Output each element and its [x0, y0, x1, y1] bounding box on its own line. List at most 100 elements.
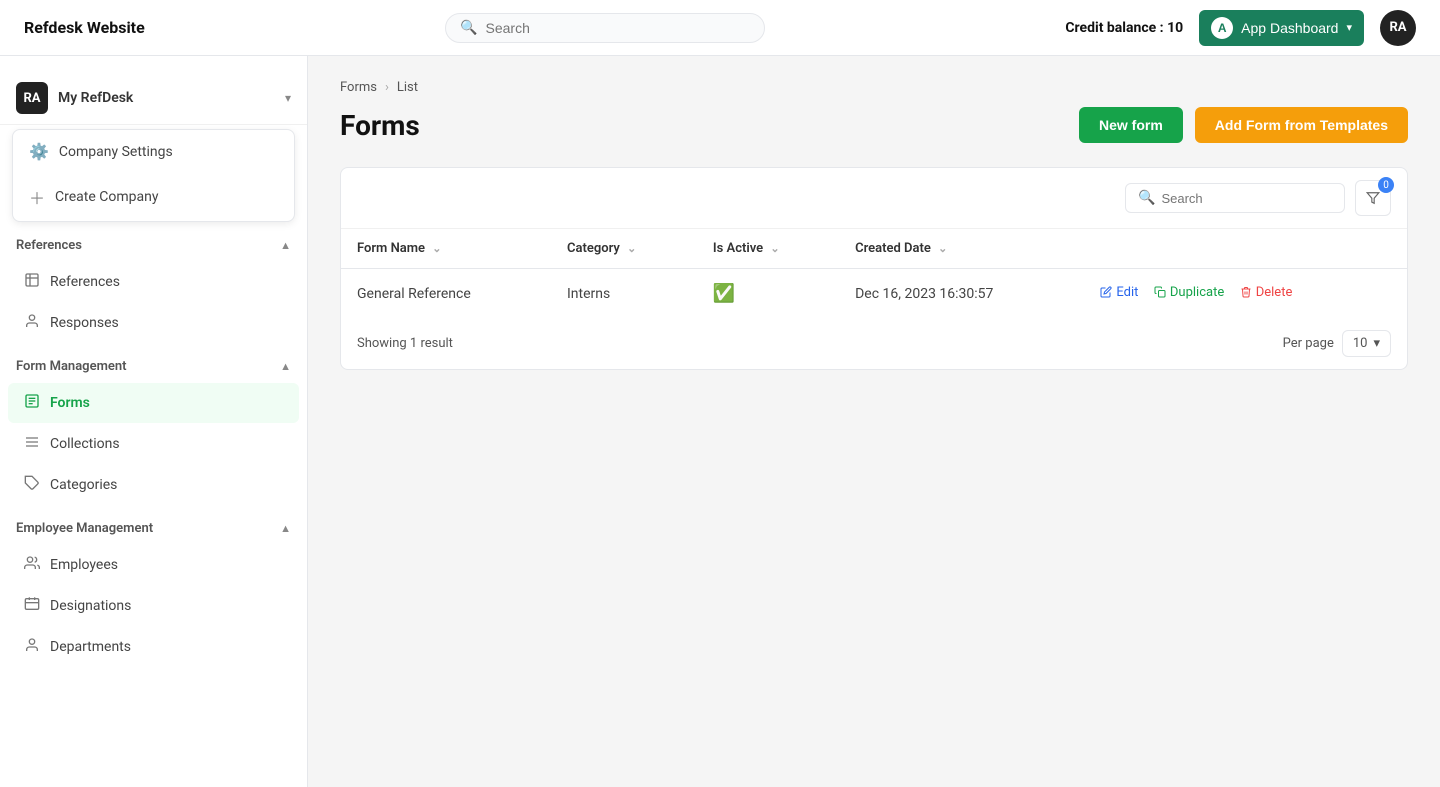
form-management-section-header[interactable]: Form Management ▲ [0, 351, 307, 382]
collections-label: Collections [50, 436, 120, 452]
form-management-chevron-icon: ▲ [280, 360, 291, 373]
sidebar-user-avatar: RA [16, 82, 48, 114]
breadcrumb: Forms › List [340, 80, 1408, 95]
sidebar-item-company-settings[interactable]: ⚙️ Company Settings [13, 130, 294, 173]
sidebar-item-responses[interactable]: Responses [8, 303, 299, 343]
per-page-label: Per page [1283, 336, 1334, 351]
gear-icon: ⚙️ [29, 142, 49, 161]
collections-icon [24, 434, 40, 454]
sidebar-item-references[interactable]: References [8, 262, 299, 302]
sidebar-item-categories[interactable]: Categories [8, 465, 299, 505]
search-icon: 🔍 [460, 20, 477, 36]
search-box: 🔍 [445, 13, 765, 43]
per-page-value: 10 [1353, 336, 1368, 351]
breadcrumb-list: List [397, 80, 418, 95]
per-page: Per page 10 ▾ [1283, 330, 1391, 357]
sidebar-section-form-management: Form Management ▲ Forms Collections Cat [0, 351, 307, 505]
table-row: General Reference Interns ✅ Dec 16, 2023… [341, 269, 1407, 319]
create-company-label: Create Company [55, 189, 158, 205]
references-chevron-icon: ▲ [280, 239, 291, 252]
user-avatar[interactable]: RA [1380, 10, 1416, 46]
showing-text: Showing 1 result [357, 336, 453, 351]
sort-icon-is-active: ⌄ [770, 242, 779, 255]
sidebar-item-designations[interactable]: Designations [8, 586, 299, 626]
sort-icon-category: ⌄ [627, 242, 636, 255]
col-is-active[interactable]: Is Active ⌄ [697, 229, 839, 269]
employee-management-section-title: Employee Management [16, 521, 153, 536]
forms-label: Forms [50, 395, 90, 411]
per-page-select[interactable]: 10 ▾ [1342, 330, 1391, 357]
dashboard-avatar: A [1211, 17, 1233, 39]
topnav-right: Credit balance : 10 A App Dashboard ▾ RA [1065, 10, 1416, 46]
sidebar-item-employees[interactable]: Employees [8, 545, 299, 585]
cell-form-name: General Reference [341, 269, 551, 319]
page-header: Forms New form Add Form from Templates [340, 107, 1408, 143]
designations-label: Designations [50, 598, 131, 614]
sidebar-item-departments[interactable]: Departments [8, 627, 299, 667]
table-search-box: 🔍 [1125, 183, 1345, 213]
search-container: 🔍 [145, 13, 1066, 43]
company-settings-label: Company Settings [59, 144, 173, 160]
sidebar-section-references: References ▲ References Responses [0, 230, 307, 343]
chevron-down-icon: ▾ [1346, 21, 1352, 34]
references-label: References [50, 274, 120, 290]
sidebar-item-create-company[interactable]: ＋ Create Company [13, 173, 294, 221]
col-category[interactable]: Category ⌄ [551, 229, 697, 269]
sidebar-item-forms[interactable]: Forms [8, 383, 299, 423]
credit-balance: Credit balance : 10 [1065, 20, 1183, 36]
forms-table: Form Name ⌄ Category ⌄ Is Active ⌄ Cre [341, 229, 1407, 318]
cell-category: Interns [551, 269, 697, 319]
sidebar: RA My RefDesk ▾ ⚙️ Company Settings ＋ Cr… [0, 56, 308, 787]
references-section-title: References [16, 238, 82, 253]
plus-icon: ＋ [29, 185, 45, 209]
cell-actions: Edit Duplicate Delete [1084, 269, 1407, 319]
layout: RA My RefDesk ▾ ⚙️ Company Settings ＋ Cr… [0, 0, 1440, 787]
page-title: Forms [340, 109, 420, 142]
topnav: Refdesk Website 🔍 Credit balance : 10 A … [0, 0, 1440, 56]
filter-button[interactable]: 0 [1355, 180, 1391, 216]
active-check-icon: ✅ [713, 283, 735, 304]
sort-icon-form-name: ⌄ [432, 242, 441, 255]
breadcrumb-separator: › [385, 80, 389, 95]
col-form-name[interactable]: Form Name ⌄ [341, 229, 551, 269]
employee-management-chevron-icon: ▲ [280, 522, 291, 535]
breadcrumb-forms[interactable]: Forms [340, 80, 377, 95]
cell-created-date: Dec 16, 2023 16:30:57 [839, 269, 1084, 319]
employees-icon [24, 555, 40, 575]
duplicate-button[interactable]: Duplicate [1154, 285, 1224, 300]
table-search-input[interactable] [1161, 191, 1332, 206]
table-header-row: Form Name ⌄ Category ⌄ Is Active ⌄ Cre [341, 229, 1407, 269]
references-icon [24, 272, 40, 292]
table-search-icon: 🔍 [1138, 190, 1155, 206]
table-card: 🔍 0 Form Name ⌄ C [340, 167, 1408, 370]
employees-label: Employees [50, 557, 118, 573]
table-footer: Showing 1 result Per page 10 ▾ [341, 318, 1407, 369]
sort-icon-created-date: ⌄ [938, 242, 947, 255]
delete-button[interactable]: Delete [1240, 285, 1293, 300]
dashboard-label: App Dashboard [1241, 20, 1338, 36]
departments-label: Departments [50, 639, 131, 655]
sidebar-section-employee-management: Employee Management ▲ Employees Designat… [0, 513, 307, 667]
edit-button[interactable]: Edit [1100, 285, 1138, 300]
add-template-button[interactable]: Add Form from Templates [1195, 107, 1408, 143]
filter-badge: 0 [1378, 177, 1394, 193]
sidebar-item-collections[interactable]: Collections [8, 424, 299, 464]
sidebar-user-chevron: ▾ [285, 91, 291, 105]
col-actions [1084, 229, 1407, 269]
app-logo: Refdesk Website [24, 18, 145, 37]
col-created-date[interactable]: Created Date ⌄ [839, 229, 1084, 269]
departments-icon [24, 637, 40, 657]
references-section-header[interactable]: References ▲ [0, 230, 307, 261]
table-toolbar: 🔍 0 [341, 168, 1407, 229]
header-actions: New form Add Form from Templates [1079, 107, 1408, 143]
responses-icon [24, 313, 40, 333]
employee-management-section-header[interactable]: Employee Management ▲ [0, 513, 307, 544]
designations-icon [24, 596, 40, 616]
sidebar-user-name: My RefDesk [58, 90, 275, 106]
responses-label: Responses [50, 315, 119, 331]
app-dashboard-button[interactable]: A App Dashboard ▾ [1199, 10, 1364, 46]
sidebar-user[interactable]: RA My RefDesk ▾ [0, 72, 307, 125]
search-input[interactable] [486, 20, 751, 36]
new-form-button[interactable]: New form [1079, 107, 1183, 143]
form-management-section-title: Form Management [16, 359, 126, 374]
